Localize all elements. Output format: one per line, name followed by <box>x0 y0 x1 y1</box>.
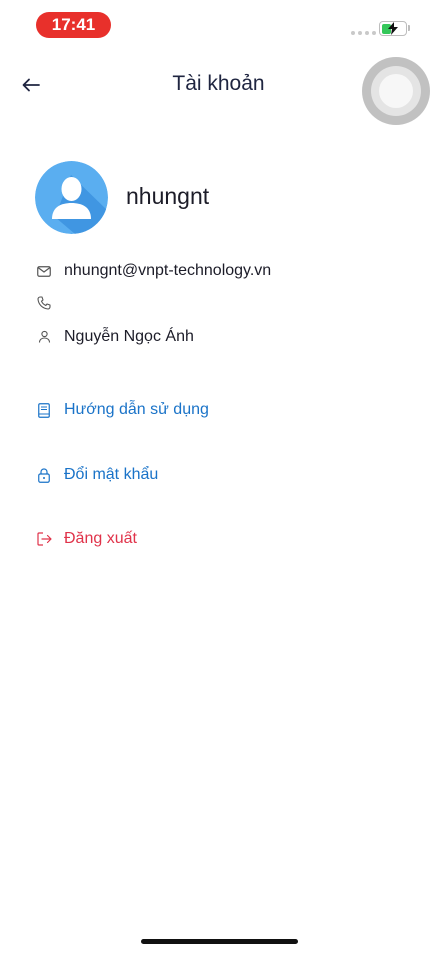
fullname-row: Nguyễn Ngọc Ánh <box>36 328 194 346</box>
avatar <box>35 161 108 234</box>
change-password-label: Đổi mật khẩu <box>64 466 159 483</box>
fullname-text: Nguyễn Ngọc Ánh <box>64 328 194 345</box>
email-row: nhungnt@vnpt-technology.vn <box>36 262 271 280</box>
home-indicator[interactable] <box>141 939 298 944</box>
charging-bolt-icon <box>379 20 407 37</box>
book-icon <box>36 402 52 418</box>
logout-icon <box>36 531 52 547</box>
mail-icon <box>36 263 52 279</box>
signal-icon <box>351 31 376 35</box>
status-bar: 17:41 <box>0 0 437 48</box>
user-guide-button[interactable]: Hướng dẫn sử dụng <box>36 401 209 419</box>
phone-row <box>36 295 64 311</box>
battery-cap <box>408 25 410 31</box>
users-icon <box>36 329 52 345</box>
phone-icon <box>36 295 52 311</box>
status-time: 17:41 <box>36 12 111 38</box>
user-avatar-icon <box>35 161 108 234</box>
user-guide-label: Hướng dẫn sử dụng <box>64 401 209 418</box>
change-password-button[interactable]: Đổi mật khẩu <box>36 466 158 484</box>
email-text: nhungnt@vnpt-technology.vn <box>64 262 272 279</box>
lock-icon <box>36 467 52 483</box>
assistive-touch-button[interactable] <box>362 57 430 125</box>
logout-button[interactable]: Đăng xuất <box>36 530 137 548</box>
logout-label: Đăng xuất <box>64 530 137 547</box>
username: nhungnt <box>126 183 210 209</box>
